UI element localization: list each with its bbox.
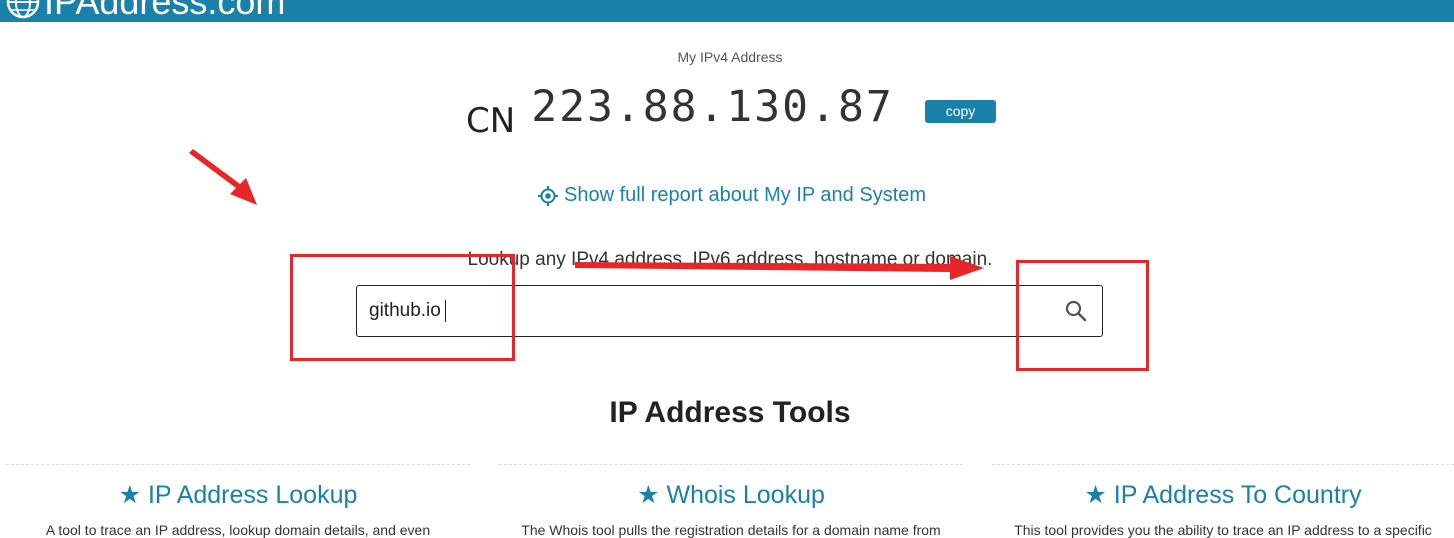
tool-card-ip-lookup: ★ IP Address Lookup A tool to trace an I… (6, 464, 470, 538)
country-code: CN (466, 101, 516, 141)
tool-card-whois: ★ Whois Lookup The Whois tool pulls the … (499, 464, 963, 538)
tool-link-ip-to-country[interactable]: ★ IP Address To Country (992, 480, 1454, 510)
tool-desc-ip-to-country: This tool provides you the ability to tr… (1014, 522, 1432, 538)
ip-address-value: 223.88.130.87 (531, 82, 894, 132)
full-report-link[interactable]: Show full report about My IP and System (538, 184, 926, 207)
tool-desc-whois: The Whois tool pulls the registration de… (521, 522, 941, 538)
site-logo-text: IPAddress.com (44, 0, 286, 22)
copy-button[interactable]: copy (925, 100, 996, 123)
tools-heading: IP Address Tools (609, 396, 851, 429)
tool-link-ip-lookup[interactable]: ★ IP Address Lookup (6, 480, 470, 510)
tool-desc-ip-lookup: A tool to trace an IP address, lookup do… (45, 522, 431, 538)
target-icon (538, 185, 558, 206)
site-logo[interactable]: IPAddress.com (6, 0, 285, 20)
tool-link-whois[interactable]: ★ Whois Lookup (499, 480, 963, 510)
full-report-label: Show full report about My IP and System (564, 184, 927, 206)
globe-icon (6, 0, 40, 19)
annotation-arrow-diagonal (189, 149, 257, 205)
ip-display: CN 223.88.130.87 (466, 82, 894, 141)
tool-card-ip-to-country: ★ IP Address To Country This tool provid… (992, 464, 1454, 538)
lookup-prompt: Lookup any IPv4 address, IPv6 address, h… (467, 249, 993, 270)
annotation-box-input (290, 254, 515, 361)
my-ip-label: My IPv4 Address (677, 49, 783, 65)
annotation-box-search (1016, 260, 1149, 371)
site-header: IPAddress.com (0, 0, 1454, 22)
